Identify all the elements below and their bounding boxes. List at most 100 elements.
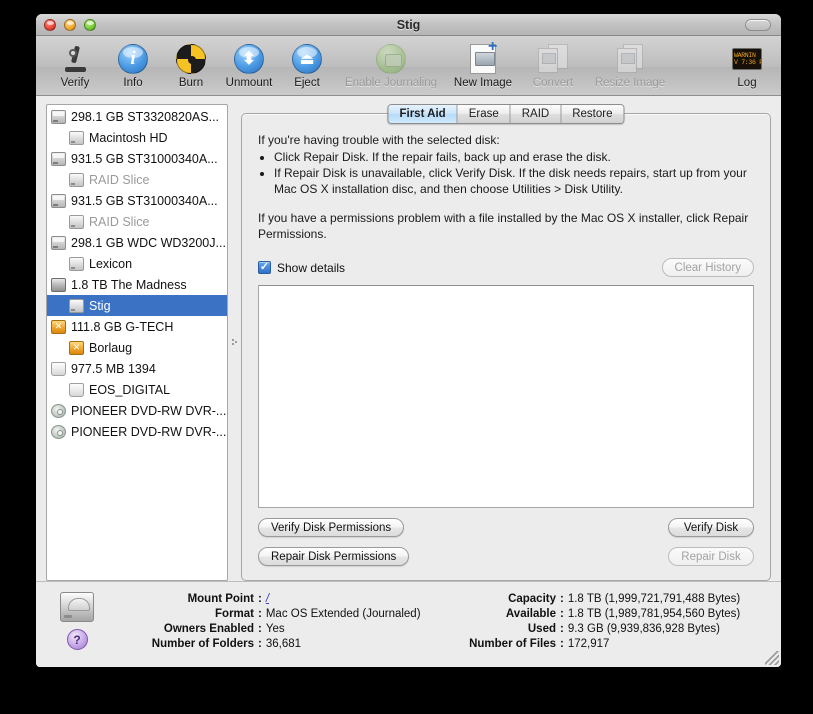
tab-erase[interactable]: Erase: [458, 105, 511, 123]
disk-list-item-label: Macintosh HD: [89, 131, 168, 145]
toolbar-button-log[interactable]: WARNIN V 7:36 P Log: [721, 40, 773, 89]
zoom-button[interactable]: [84, 19, 96, 31]
toolbar-button-eject[interactable]: Eject: [278, 40, 336, 89]
info-columns: Mount Point:/Format:Mac OS Extended (Jou…: [104, 592, 769, 667]
repair-disk-button[interactable]: Repair Disk: [668, 547, 754, 566]
toolbar-label-unmount: Unmount: [226, 77, 273, 89]
toolbar-button-verify[interactable]: Verify: [46, 40, 104, 89]
toolbar: Verify Info Burn Unmount Eject: [36, 36, 781, 96]
info-row: Number of Folders:36,681: [104, 637, 434, 651]
checkbox-icon: [258, 261, 271, 274]
optical-disc-icon: [51, 425, 66, 439]
tab-raid[interactable]: RAID: [511, 105, 561, 123]
disk-list-item[interactable]: 931.5 GB ST31000340A...: [47, 148, 227, 169]
repair-disk-permissions-button[interactable]: Repair Disk Permissions: [258, 547, 409, 566]
volume-icon: [69, 173, 84, 187]
disk-list-item[interactable]: 1.8 TB The Madness: [47, 274, 227, 295]
info-value-link[interactable]: /: [266, 592, 269, 606]
help-button[interactable]: ?: [67, 629, 88, 650]
action-row-repair: Repair Disk Permissions Repair Disk: [258, 547, 754, 566]
disk-list-item[interactable]: Borlaug: [47, 337, 227, 358]
toolbar-button-new-image[interactable]: + New Image: [446, 40, 520, 89]
tab-first-aid[interactable]: First Aid: [388, 105, 457, 123]
disk-list-item[interactable]: 931.5 GB ST31000340A...: [47, 190, 227, 211]
disk-list-item-selected[interactable]: Stig: [47, 295, 227, 316]
disk-list-item-label: PIONEER DVD-RW DVR-...: [71, 425, 226, 439]
toolbar-button-burn[interactable]: Burn: [162, 40, 220, 89]
results-textarea[interactable]: [258, 285, 754, 508]
volume-icon: [69, 215, 84, 229]
info-key: Used: [434, 622, 556, 636]
info-value: 9.3 GB (9,939,836,928 Bytes): [568, 622, 720, 636]
disk-list[interactable]: 298.1 GB ST3320820AS... Macintosh HD 931.5…: [46, 104, 228, 581]
info-key: Capacity: [434, 592, 556, 606]
resize-grip[interactable]: [765, 651, 779, 665]
verify-disk-button[interactable]: Verify Disk: [668, 518, 754, 537]
enable-journaling-icon: [376, 42, 406, 75]
info-key: Owners Enabled: [104, 622, 254, 636]
verify-disk-permissions-button[interactable]: Verify Disk Permissions: [258, 518, 404, 537]
disk-list-item[interactable]: RAID Slice: [47, 169, 227, 190]
tab-bar: First AidEraseRAIDRestore: [387, 104, 624, 124]
title-bar: Stig: [36, 14, 781, 36]
disk-list-item-label: RAID Slice: [89, 215, 149, 229]
toolbar-button-convert: Convert: [520, 40, 586, 89]
footer-icon-column: ?: [50, 592, 104, 667]
disk-list-item[interactable]: PIONEER DVD-RW DVR-...: [47, 421, 227, 442]
disk-utility-window: Stig Verify Info Burn Unmount: [36, 14, 781, 667]
volume-icon: [69, 299, 84, 313]
disk-list-item-label: Stig: [89, 299, 111, 313]
disk-list-item[interactable]: 111.8 GB G-TECH: [47, 316, 227, 337]
disk-list-item[interactable]: PIONEER DVD-RW DVR-...: [47, 400, 227, 421]
main-body: 298.1 GB ST3320820AS... Macintosh HD 931.5…: [36, 96, 781, 581]
disk-list-item[interactable]: Lexicon: [47, 253, 227, 274]
tab-restore[interactable]: Restore: [561, 105, 623, 123]
toolbar-button-info[interactable]: Info: [104, 40, 162, 89]
disk-list-item[interactable]: 298.1 GB WDC WD3200J...: [47, 232, 227, 253]
toolbar-toggle-button[interactable]: [745, 19, 771, 31]
info-icon: [118, 42, 148, 75]
minimize-button[interactable]: [64, 19, 76, 31]
disk-list-item[interactable]: 977.5 MB 1394: [47, 358, 227, 379]
toolbar-label-resize-image: Resize Image: [595, 77, 665, 89]
disk-list-item-label: PIONEER DVD-RW DVR-...: [71, 404, 226, 418]
instruction-bullet: Click Repair Disk. If the repair fails, …: [274, 149, 754, 165]
log-icon-line-2: V 7:36 P: [734, 59, 761, 66]
toolbar-button-unmount[interactable]: Unmount: [220, 40, 278, 89]
info-key: Mount Point: [104, 592, 254, 606]
disk-list-item-label: 931.5 GB ST31000340A...: [71, 194, 218, 208]
panel-container: First AidEraseRAIDRestore If you're havi…: [241, 104, 771, 581]
disk-list-item[interactable]: RAID Slice: [47, 211, 227, 232]
toolbar-label-new-image: New Image: [454, 77, 512, 89]
clear-history-button[interactable]: Clear History: [662, 258, 754, 277]
info-separator: :: [258, 637, 262, 651]
info-key: Number of Files: [434, 637, 556, 651]
disk-list-item[interactable]: 298.1 GB ST3320820AS...: [47, 106, 227, 127]
log-icon-line-1: WARNIN: [734, 52, 761, 59]
info-value: 36,681: [266, 637, 301, 651]
splitter-handle-icon: [231, 338, 238, 347]
sidebar-splitter[interactable]: [228, 104, 241, 581]
optical-disc-icon: [51, 404, 66, 418]
disk-list-item-label: Borlaug: [89, 341, 132, 355]
info-separator: :: [560, 607, 564, 621]
info-column-left: Mount Point:/Format:Mac OS Extended (Jou…: [104, 592, 434, 667]
disk-list-item[interactable]: Macintosh HD: [47, 127, 227, 148]
disk-list-item-label: 1.8 TB The Madness: [71, 278, 187, 292]
info-row: Format:Mac OS Extended (Journaled): [104, 607, 434, 621]
eject-icon: [292, 42, 322, 75]
volume-icon: [69, 131, 84, 145]
toolbar-label-eject: Eject: [294, 77, 320, 89]
disk-list-item-label: 298.1 GB WDC WD3200J...: [71, 236, 226, 250]
info-column-right: Capacity:1.8 TB (1,999,721,791,488 Bytes…: [434, 592, 740, 667]
toolbar-label-convert: Convert: [533, 77, 573, 89]
close-button[interactable]: [44, 19, 56, 31]
info-value: Yes: [266, 622, 285, 636]
new-image-icon: +: [470, 42, 496, 75]
info-row: Mount Point:/: [104, 592, 434, 606]
show-details-checkbox[interactable]: Show details: [258, 261, 345, 275]
info-value: 1.8 TB (1,989,781,954,560 Bytes): [568, 607, 740, 621]
raid-set-icon: [51, 278, 66, 292]
disk-list-item-label: 977.5 MB 1394: [71, 362, 156, 376]
disk-list-item[interactable]: EOS_DIGITAL: [47, 379, 227, 400]
